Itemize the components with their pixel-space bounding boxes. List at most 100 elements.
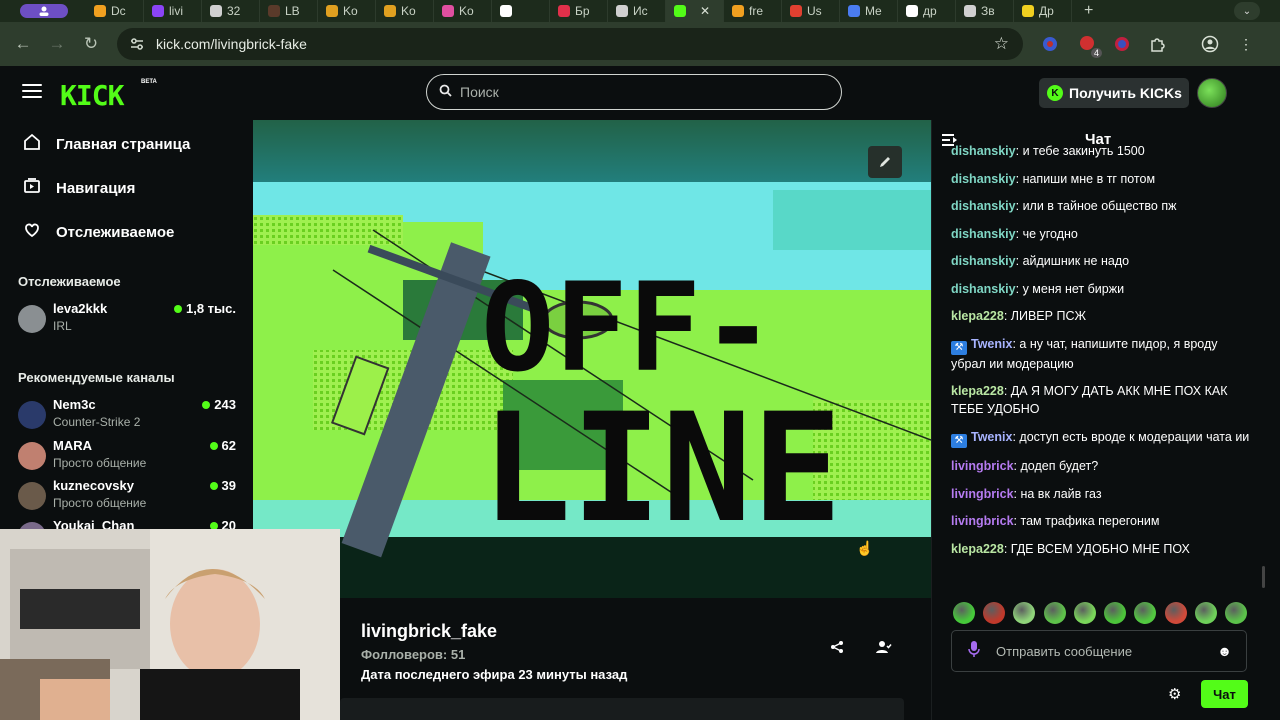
follow-user-icon[interactable] — [872, 636, 896, 658]
url-text[interactable]: kick.com/livingbrick-fake — [156, 36, 307, 52]
search-box[interactable] — [426, 74, 842, 110]
browser-tab[interactable]: Ko — [318, 0, 376, 22]
tab-label: Us — [807, 4, 822, 18]
browser-tab[interactable]: др — [898, 0, 956, 22]
forward-icon[interactable]: → — [40, 29, 74, 59]
address-bar[interactable]: kick.com/livingbrick-fake ☆ — [117, 28, 1023, 60]
chat-separator: : — [1015, 226, 1023, 241]
emote-icon[interactable] — [1164, 602, 1187, 624]
chat-scrollbar[interactable] — [1262, 566, 1265, 588]
browser-tab[interactable]: Me — [840, 0, 898, 22]
extension-badge-icon[interactable]: 4 — [1075, 32, 1102, 58]
chat-settings-gear-icon[interactable]: ⚙ — [1168, 685, 1181, 703]
chat-username[interactable]: dishanskiy — [951, 199, 1016, 213]
chat-username[interactable]: klepa228 — [951, 542, 1004, 556]
video-player[interactable]: OFF- LINE — [253, 120, 931, 598]
chat-username[interactable]: klepa228 — [951, 384, 1004, 398]
browser-tab[interactable]: Ис — [608, 0, 666, 22]
reload-icon[interactable]: ↻ — [74, 29, 108, 59]
browser-tab[interactable] — [492, 0, 550, 22]
browser-tab[interactable]: fre — [724, 0, 782, 22]
recommended-channel[interactable]: MARA Просто общение 62 — [18, 438, 236, 478]
user-avatar[interactable] — [1197, 78, 1227, 108]
extension-globe-icon[interactable] — [1110, 32, 1134, 56]
emote-icon[interactable] — [1104, 602, 1127, 624]
chat-username[interactable]: dishanskiy — [951, 282, 1016, 296]
chat-username[interactable]: livingbrick — [951, 514, 1014, 528]
chat-text: доступ есть вроде к модерации чата ии — [1019, 429, 1250, 444]
browser-account-icon[interactable] — [1198, 32, 1222, 56]
emote-icon[interactable] — [1194, 602, 1217, 624]
browser-tab[interactable]: Др — [1014, 0, 1072, 22]
profile-tab-icon[interactable] — [20, 4, 68, 18]
get-kicks-button[interactable]: K Получить KICKs — [1039, 78, 1189, 108]
recommended-channel[interactable]: kuznecovsky Просто общение 39 — [18, 478, 236, 518]
chat-username[interactable]: Twenix — [971, 430, 1012, 444]
browser-tab[interactable]: Бр — [550, 0, 608, 22]
channel-name: MARA — [53, 438, 92, 453]
share-icon[interactable] — [826, 636, 848, 658]
chat-separator: : — [1003, 384, 1011, 398]
chat-username[interactable]: Twenix — [971, 337, 1012, 351]
tab-label: LB — [285, 4, 300, 18]
microphone-icon[interactable] — [968, 640, 980, 662]
chat-message: dishanskiy: че угодно — [951, 225, 1251, 243]
chat-username[interactable]: livingbrick — [951, 459, 1014, 473]
chat-username[interactable]: dishanskiy — [951, 172, 1016, 186]
emoji-picker-icon[interactable]: ☻ — [1217, 643, 1232, 659]
search-input[interactable] — [460, 84, 820, 100]
emote-icon[interactable] — [1224, 602, 1247, 624]
tab-favicon-icon — [210, 5, 222, 17]
sidebar-item-following[interactable]: Отслеживаемое — [22, 221, 174, 244]
browser-tab[interactable]: LB — [260, 0, 318, 22]
extension-shield-icon[interactable] — [1038, 32, 1062, 56]
sidebar-item-home[interactable]: Главная страница — [22, 133, 190, 156]
chat-input-box[interactable]: ☻ — [951, 630, 1247, 672]
browser-tab[interactable]: Ko — [434, 0, 492, 22]
browser-tab[interactable]: Us — [782, 0, 840, 22]
chat-username[interactable]: dishanskiy — [951, 227, 1016, 241]
kick-logo[interactable]: KICK — [60, 79, 124, 112]
chat-send-button[interactable]: Чат — [1201, 680, 1248, 708]
chat-username[interactable]: dishanskiy — [951, 144, 1016, 158]
back-icon[interactable]: ← — [6, 29, 40, 59]
chat-message: livingbrick: додеп будет? — [951, 457, 1251, 475]
chat-message: klepa228: ГДЕ ВСЕМ УДОБНО МНЕ ПОХ — [951, 540, 1251, 558]
channel-category: IRL — [53, 319, 72, 333]
browser-tab[interactable]: 32 — [202, 0, 260, 22]
chat-username[interactable]: dishanskiy — [951, 254, 1016, 268]
menu-icon[interactable] — [22, 84, 42, 100]
emote-icon[interactable] — [1043, 602, 1066, 624]
emote-icon[interactable] — [1013, 602, 1036, 624]
emote-icon[interactable] — [1134, 602, 1157, 624]
sidebar-item-label: Отслеживаемое — [56, 224, 175, 241]
recommended-channel[interactable]: Nem3c Counter-Strike 2 243 — [18, 397, 236, 437]
browser-tab[interactable]: Ko — [376, 0, 434, 22]
channel-name: leva2kkk — [53, 301, 108, 316]
browser-tab[interactable]: Зв — [956, 0, 1014, 22]
moderator-badge-icon: ⚒ — [951, 433, 967, 448]
browser-tab[interactable]: ✕ — [666, 0, 724, 22]
emote-icon[interactable] — [1073, 602, 1096, 624]
sidebar-item-browse[interactable]: Навигация — [22, 177, 135, 200]
chat-username[interactable]: livingbrick — [951, 487, 1014, 501]
chat-message-input[interactable] — [996, 643, 1196, 659]
following-channel[interactable]: leva2kkk IRL 1,8 тыс. — [18, 301, 236, 341]
bookmark-star-icon[interactable]: ☆ — [994, 34, 1009, 54]
chat-text: и тебе закинуть 1500 — [1022, 144, 1145, 158]
browser-tab[interactable]: livi — [144, 0, 202, 22]
tab-search-button[interactable]: ⌄ — [1234, 2, 1260, 20]
emote-icon[interactable] — [983, 602, 1006, 624]
site-info-icon[interactable] — [126, 33, 148, 55]
new-tab-button[interactable]: + — [1072, 2, 1105, 20]
edit-banner-button[interactable] — [868, 146, 902, 178]
mouse-cursor-icon: ☝ — [856, 540, 874, 556]
browser-tab[interactable]: Dc — [86, 0, 144, 22]
emote-icon[interactable] — [953, 602, 975, 624]
close-tab-icon[interactable]: ✕ — [700, 4, 710, 18]
extensions-puzzle-icon[interactable] — [1146, 32, 1170, 56]
live-dot-icon — [209, 481, 218, 490]
offline-text-line2: LINE — [481, 382, 842, 556]
chat-username[interactable]: klepa228 — [951, 309, 1004, 323]
browser-menu-icon[interactable]: ⋮ — [1234, 32, 1258, 56]
